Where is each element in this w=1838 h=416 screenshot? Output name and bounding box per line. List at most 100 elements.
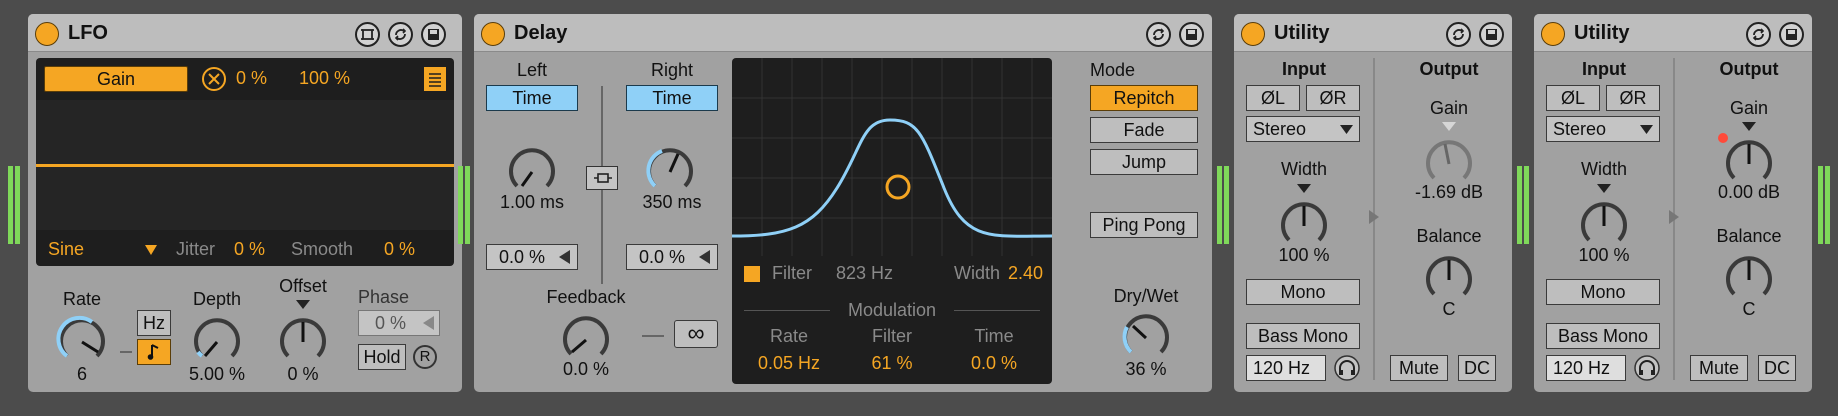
map-icon[interactable] (355, 22, 380, 47)
lfo-jitter-value[interactable]: 0 % (234, 239, 265, 260)
delay-link-divider-bottom (601, 190, 603, 284)
lfo-target-button[interactable]: Gain (44, 66, 188, 92)
mod-time-value[interactable]: 0.0 % (952, 353, 1036, 374)
utility2-bass-mono-button[interactable]: Bass Mono (1546, 323, 1660, 349)
utility1-device-toggle[interactable] (1241, 22, 1265, 46)
utility2-bass-freq-field[interactable]: 120 Hz (1546, 355, 1626, 381)
utility2-gain-value[interactable]: 0.00 dB (1694, 182, 1804, 203)
utility1-gain-label: Gain (1429, 98, 1469, 118)
utility1-bass-freq-field[interactable]: 120 Hz (1246, 355, 1326, 381)
utility2-mute-button[interactable]: Mute (1690, 355, 1748, 381)
utility1-balance-knob[interactable] (1421, 250, 1477, 306)
lfo-retrigger-button[interactable]: R (413, 345, 437, 369)
offset-arrow-icon (699, 250, 710, 264)
delay-drywet-value[interactable]: 36 % (1096, 359, 1196, 380)
delay-ping-pong-button[interactable]: Ping Pong (1090, 212, 1198, 238)
lfo-depth-knob[interactable] (189, 312, 245, 368)
delay-mode-jump[interactable]: Jump (1090, 149, 1198, 175)
delay-drywet-knob[interactable] (1118, 308, 1174, 364)
utility2-phase-l-button[interactable]: ØL (1546, 85, 1600, 111)
utility1-gain-value[interactable]: -1.69 dB (1394, 182, 1504, 203)
unmap-icon[interactable] (201, 66, 227, 92)
utility1-channel-select[interactable]: Stereo (1246, 116, 1360, 142)
utility1-width-value[interactable]: 100 % (1246, 245, 1362, 266)
utility2-channel-select[interactable]: Stereo (1546, 116, 1660, 142)
save-preset-icon[interactable] (421, 22, 446, 47)
utility2-width-knob[interactable] (1576, 196, 1632, 252)
utility1-mute-button[interactable]: Mute (1390, 355, 1448, 381)
lfo-depth-value[interactable]: 5.00 % (182, 364, 252, 385)
hot-swap-icon[interactable] (1746, 22, 1771, 47)
lfo-rate-connector (120, 351, 132, 353)
headphones-icon[interactable] (1634, 355, 1660, 381)
save-preset-icon[interactable] (1179, 22, 1204, 47)
lfo-rate-mode-hz[interactable]: Hz (137, 310, 171, 336)
utility1-dc-button[interactable]: DC (1458, 355, 1496, 381)
lfo-offset-value[interactable]: 0 % (268, 364, 338, 385)
filter-freq-value[interactable]: 823 Hz (836, 263, 893, 284)
hot-swap-icon[interactable] (1146, 22, 1171, 47)
utility1-mono-button[interactable]: Mono (1246, 279, 1360, 305)
delay-feedback-knob[interactable] (558, 310, 614, 366)
delay-left-time-button[interactable]: Time (486, 85, 578, 111)
utility2-dc-button[interactable]: DC (1758, 355, 1796, 381)
offset-indicator-icon (296, 300, 310, 309)
lfo-smooth-value[interactable]: 0 % (384, 239, 415, 260)
delay-feedback-value[interactable]: 0.0 % (536, 359, 636, 380)
filter-width-value[interactable]: 2.40 (1008, 263, 1043, 284)
lfo-rate-mode-sync[interactable] (137, 339, 171, 365)
lfo-min-value[interactable]: 0 % (236, 68, 267, 89)
chevron-down-icon[interactable] (144, 244, 158, 256)
utility1-phase-l-button[interactable]: ØL (1246, 85, 1300, 111)
utility1-balance-value[interactable]: C (1394, 299, 1504, 320)
mod-rate-value[interactable]: 0.05 Hz (744, 353, 834, 374)
delay-right-time-knob[interactable] (642, 142, 698, 198)
lfo-hold-button[interactable]: Hold (358, 344, 406, 370)
mod-filter-value[interactable]: 61 % (850, 353, 934, 374)
offset-arrow-icon (559, 250, 570, 264)
utility1-input-label: Input (1282, 59, 1326, 79)
delay-mode-repitch[interactable]: Repitch (1090, 85, 1198, 111)
gain-indicator-icon (1742, 122, 1756, 131)
utility2-mono-button[interactable]: Mono (1546, 279, 1660, 305)
utility2-balance-value[interactable]: C (1694, 299, 1804, 320)
delay-right-time-button[interactable]: Time (626, 85, 718, 111)
utility2-width-value[interactable]: 100 % (1546, 245, 1662, 266)
lfo-rate-value[interactable]: 6 (52, 364, 112, 385)
delay-left-time-knob[interactable] (504, 142, 560, 198)
lfo-phase-slider[interactable]: 0 % (358, 310, 440, 336)
utility2-input-label: Input (1582, 59, 1626, 79)
chevron-down-icon (1340, 125, 1353, 134)
delay-freeze-connector (642, 335, 664, 337)
delay-freeze-button[interactable]: ∞ (674, 320, 718, 348)
modulation-line-left (744, 310, 830, 311)
utility1-phase-r-button[interactable]: ØR (1306, 85, 1360, 111)
delay-right-time-value[interactable]: 350 ms (622, 192, 722, 213)
utility2-width-label: Width (1580, 159, 1627, 179)
delay-right-offset-slider[interactable]: 0.0 % (626, 244, 718, 270)
delay-left-time-value[interactable]: 1.00 ms (482, 192, 582, 213)
lfo-title: LFO (68, 22, 108, 44)
utility2-phase-r-button[interactable]: ØR (1606, 85, 1660, 111)
lfo-offset-knob[interactable] (275, 312, 331, 368)
save-preset-icon[interactable] (1479, 22, 1504, 47)
hot-swap-icon[interactable] (1446, 22, 1471, 47)
hot-swap-icon[interactable] (388, 22, 413, 47)
delay-left-offset-slider[interactable]: 0.0 % (486, 244, 578, 270)
filter-toggle[interactable] (744, 266, 760, 282)
utility2-balance-knob[interactable] (1721, 250, 1777, 306)
lfo-waveform-select[interactable]: Sine (48, 239, 84, 260)
utility2-device-toggle[interactable] (1541, 22, 1565, 46)
headphones-icon[interactable] (1334, 355, 1360, 381)
lfo-device-toggle[interactable] (35, 22, 59, 46)
utility1-bass-mono-button[interactable]: Bass Mono (1246, 323, 1360, 349)
delay-mode-fade[interactable]: Fade (1090, 117, 1198, 143)
utility1-width-knob[interactable] (1276, 196, 1332, 252)
delay-device-toggle[interactable] (481, 22, 505, 46)
lfo-rate-knob[interactable] (54, 312, 110, 368)
delay-link-button[interactable] (586, 166, 618, 190)
save-preset-icon[interactable] (1779, 22, 1804, 47)
utility2-device: Utility Input Output ØL ØR Stereo Width … (1534, 14, 1812, 392)
lfo-max-value[interactable]: 100 % (299, 68, 350, 89)
menu-icon[interactable] (423, 66, 447, 92)
